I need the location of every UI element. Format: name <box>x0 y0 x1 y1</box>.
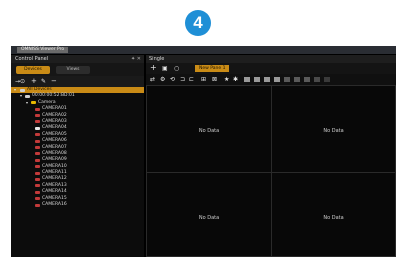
split-right-icon[interactable]: ⊏ <box>189 76 194 83</box>
no-data-label: No Data <box>323 128 344 134</box>
camera-icon <box>35 190 40 194</box>
layout-5x5-icon[interactable] <box>284 77 290 82</box>
camera-icon <box>35 107 40 111</box>
connect-icon[interactable]: →⊙ <box>15 78 25 85</box>
pin-icon[interactable]: ✱ <box>233 76 238 83</box>
device-tree: ▾ All Devices ▾ 00:00:00:52:BD:01 ▾ Came… <box>11 87 144 208</box>
server-icon <box>25 94 30 98</box>
camera-icon <box>35 165 40 169</box>
control-panel: Control Panel ✦ ✕ Devices Views →⊙ + ✎ −… <box>11 55 144 257</box>
control-panel-title: Control Panel <box>15 56 49 62</box>
rotate-icon[interactable]: ⟲ <box>170 76 175 83</box>
layout-6x6-icon[interactable] <box>294 77 300 82</box>
camera-icon <box>35 152 40 156</box>
camera-icon <box>35 114 40 118</box>
pane-toolbar: + ▣ ○ New Pane 1 <box>146 63 396 74</box>
edit-icon[interactable]: ✎ <box>41 78 46 85</box>
camera-icon <box>35 203 40 207</box>
camera-icon <box>35 133 40 137</box>
settings-icon[interactable]: ⚙ <box>160 76 165 83</box>
layout-2x2-icon[interactable] <box>254 77 260 82</box>
save-pane-icon[interactable]: ▣ <box>162 65 168 72</box>
camera-list: CAMERA01 CAMERA02 CAMERA03 CAMERA04 CAMERA05… <box>11 106 144 208</box>
split-left-icon[interactable]: ⊐ <box>180 76 185 83</box>
video-grid: No Data No Data No Data No Data <box>146 85 396 257</box>
remove-icon[interactable]: − <box>51 77 57 85</box>
layout-3x3-icon[interactable] <box>264 77 270 82</box>
single-view-panel: Single + ▣ ○ New Pane 1 ⇄ ⚙ ⟲ ⊐ ⊏ ⊞ ⊠ ★ … <box>146 55 396 257</box>
control-panel-toolbar: →⊙ + ✎ − <box>11 76 144 87</box>
refresh-icon[interactable]: ○ <box>174 65 179 72</box>
tree-item-label: CAMERA16 <box>42 202 67 208</box>
step-number-badge: 4 <box>185 10 211 36</box>
window-titlebar: OMNISS Viewer Pro <box>11 46 396 54</box>
control-panel-tabs: Devices Views <box>11 63 144 76</box>
add-pane-icon[interactable]: + <box>150 64 157 72</box>
video-cell[interactable]: No Data <box>271 172 396 257</box>
folder-icon <box>31 101 36 105</box>
tab-devices[interactable]: Devices <box>16 66 50 74</box>
layout-4x4-icon[interactable] <box>274 77 280 82</box>
no-data-label: No Data <box>198 215 220 221</box>
snapshot-icon[interactable]: ⊠ <box>212 76 217 83</box>
layout-custom-icon[interactable] <box>304 77 310 82</box>
view-toolbar: ⇄ ⚙ ⟲ ⊐ ⊏ ⊞ ⊠ ★ ✱ <box>146 74 396 85</box>
tab-views[interactable]: Views <box>56 66 90 74</box>
layout-custom-2-icon[interactable] <box>314 77 320 82</box>
swap-icon[interactable]: ⇄ <box>150 76 155 83</box>
single-panel-header: Single <box>146 55 396 63</box>
no-data-label: No Data <box>323 215 344 221</box>
add-icon[interactable]: + <box>31 77 37 85</box>
single-panel-title: Single <box>149 56 165 62</box>
panel-window-controls[interactable]: ✦ ✕ <box>131 56 141 62</box>
camera-icon <box>35 158 40 162</box>
camera-icon <box>35 126 40 130</box>
new-pane-tab[interactable]: New Pane 1 <box>195 65 230 72</box>
layout-custom-3-icon[interactable] <box>324 77 330 82</box>
video-cell[interactable]: No Data <box>271 85 396 173</box>
camera-icon <box>35 197 40 201</box>
favorite-icon[interactable]: ★ <box>224 76 229 83</box>
camera-icon <box>35 177 40 181</box>
application-window: OMNISS Viewer Pro Control Panel ✦ ✕ Devi… <box>11 46 396 257</box>
no-data-label: No Data <box>198 128 220 134</box>
camera-icon <box>35 139 40 143</box>
grid-icon[interactable]: ⊞ <box>201 76 206 83</box>
tree-item-camera[interactable]: CAMERA16 <box>11 202 144 208</box>
video-cell[interactable]: No Data <box>146 172 272 257</box>
control-panel-header: Control Panel ✦ ✕ <box>11 55 144 63</box>
layout-1x1-icon[interactable] <box>244 77 250 82</box>
video-cell[interactable]: No Data <box>146 85 272 173</box>
devices-icon <box>20 88 25 92</box>
camera-icon <box>35 146 40 150</box>
camera-icon <box>35 120 40 124</box>
camera-icon <box>35 184 40 188</box>
camera-icon <box>35 171 40 175</box>
window-title: OMNISS Viewer Pro <box>17 47 69 53</box>
